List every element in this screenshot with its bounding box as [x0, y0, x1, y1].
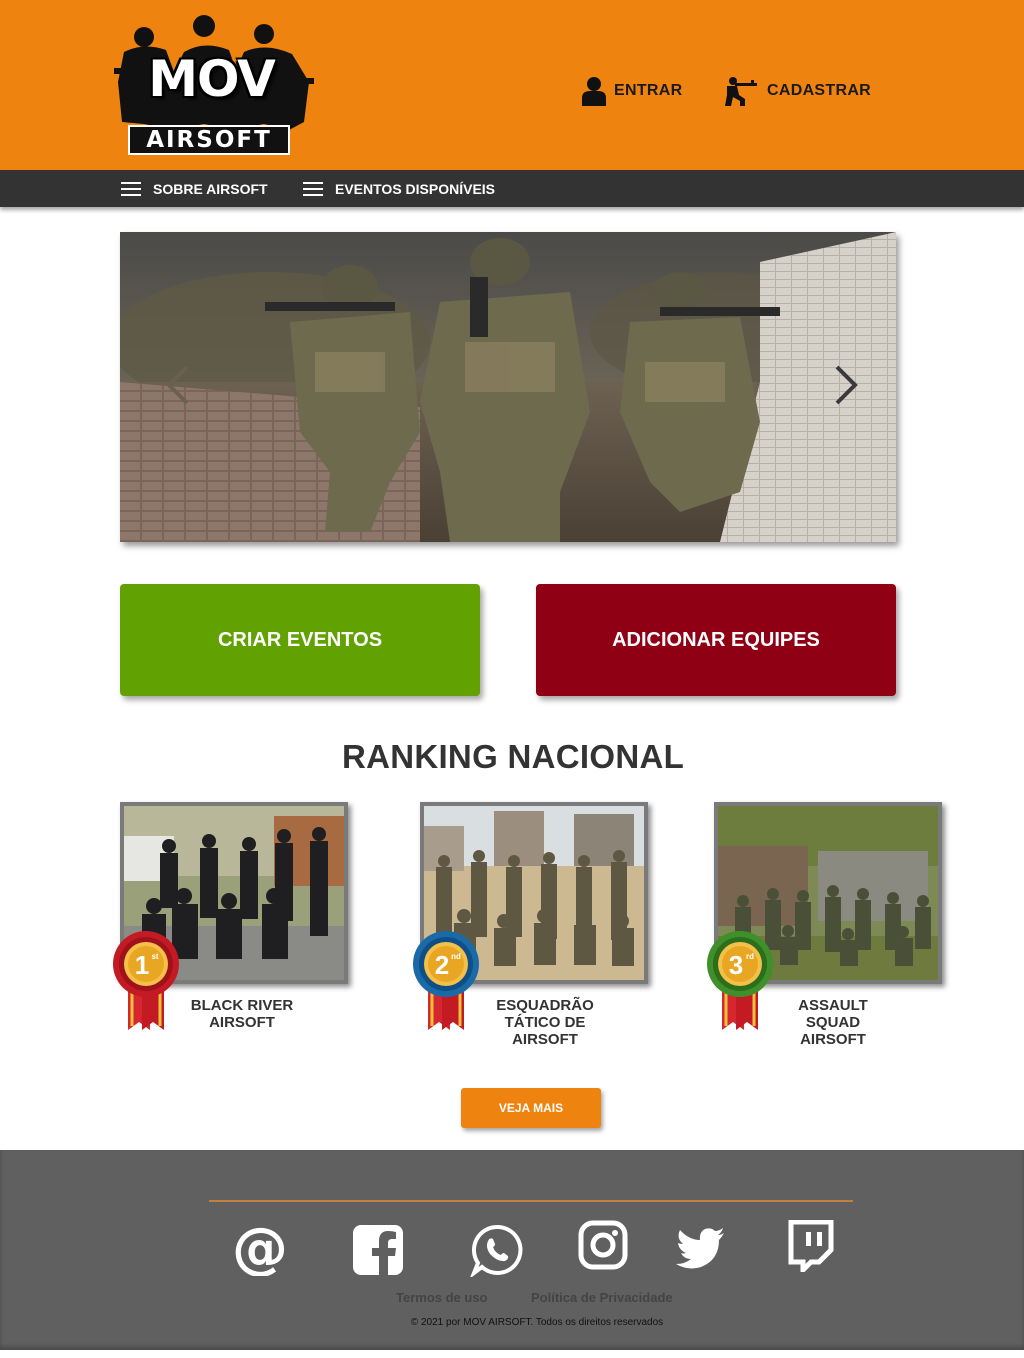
menu-icon — [121, 181, 141, 196]
carousel-next-button[interactable] — [826, 362, 866, 408]
first-place-medal-icon: 1 st — [113, 931, 179, 1030]
second-place-medal-icon: 2 nd — [413, 931, 479, 1030]
team-name: ASSAULT SQUAD AIRSOFT — [798, 997, 868, 1048]
soldier-aiming-icon — [725, 77, 757, 106]
email-icon: @ — [232, 1220, 288, 1276]
instagram-link[interactable] — [578, 1220, 628, 1270]
nav-item-label: SOBRE AIRSOFT — [153, 180, 268, 197]
add-teams-button[interactable]: ADICIONAR EQUIPES — [536, 584, 896, 696]
facebook-link[interactable] — [352, 1224, 404, 1276]
medal-place: 3 — [729, 950, 743, 980]
site-footer: @ Termos de uso Política de Privacidade … — [0, 1150, 1024, 1350]
medal-place: 2 — [435, 950, 449, 980]
login-label: ENTRAR — [614, 82, 683, 99]
svg-text:@: @ — [232, 1220, 288, 1276]
third-place-medal-icon: 3 rd — [707, 931, 773, 1030]
logo-mov-text: MOV — [148, 50, 276, 108]
chevron-left-icon — [166, 365, 189, 405]
twitter-link[interactable] — [676, 1228, 726, 1270]
chevron-right-icon — [835, 365, 858, 405]
hero-image-soldiers — [120, 232, 896, 542]
nav-item-label: EVENTOS DISPONÍVEIS — [335, 180, 496, 197]
whatsapp-icon — [470, 1224, 523, 1277]
menu-icon — [303, 181, 323, 196]
terms-link[interactable]: Termos de uso — [396, 1290, 488, 1305]
user-icon — [582, 77, 606, 106]
see-more-button[interactable]: VEJA MAIS — [461, 1088, 601, 1128]
team-name: BLACK RIVER AIRSOFT — [190, 997, 294, 1031]
footer-divider — [209, 1200, 853, 1202]
medal-suffix: nd — [451, 952, 461, 961]
instagram-icon — [578, 1220, 628, 1270]
register-link[interactable]: CADASTRAR — [723, 74, 871, 108]
medal-place: 1 — [135, 950, 149, 980]
twitch-icon — [788, 1220, 834, 1272]
create-events-button[interactable]: CRIAR EVENTOS — [120, 584, 480, 696]
login-link[interactable]: ENTRAR — [582, 74, 682, 108]
medal-suffix: st — [151, 952, 158, 961]
twitch-link[interactable] — [785, 1220, 835, 1272]
facebook-icon — [353, 1225, 403, 1275]
register-label: CADASTRAR — [767, 82, 872, 99]
email-link[interactable]: @ — [232, 1220, 288, 1276]
mov-airsoft-logo[interactable]: MOV AIRSOFT — [114, 12, 314, 157]
copyright-text: © 2021 por MOV AIRSOFT. Todos os direito… — [410, 1317, 664, 1328]
nav-item-available-events[interactable]: EVENTOS DISPONÍVEIS — [303, 170, 495, 207]
whatsapp-link[interactable] — [470, 1223, 524, 1277]
carousel-prev-button[interactable] — [158, 362, 198, 408]
twitter-icon — [676, 1228, 724, 1269]
privacy-link[interactable]: Política de Privacidade — [531, 1290, 673, 1305]
ranking-title: RANKING NACIONAL — [341, 738, 685, 775]
logo-airsoft-text: AIRSOFT — [128, 125, 290, 155]
nav-item-about-airsoft[interactable]: SOBRE AIRSOFT — [121, 170, 268, 207]
team-name: ESQUADRÃO TÁTICO DE AIRSOFT — [496, 997, 594, 1048]
hero-carousel[interactable] — [120, 232, 896, 542]
medal-suffix: rd — [746, 952, 754, 961]
site-header: MOV AIRSOFT ENTRAR CADASTRAR — [0, 0, 1024, 170]
main-nav: SOBRE AIRSOFT EVENTOS DISPONÍVEIS — [0, 170, 1024, 207]
